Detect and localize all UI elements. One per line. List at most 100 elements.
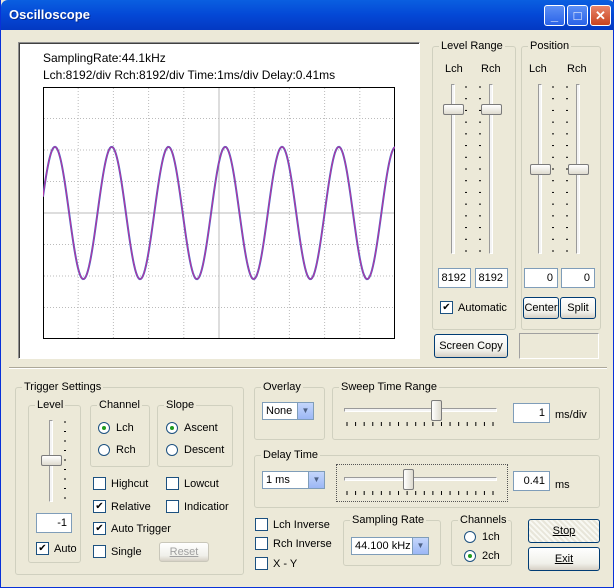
channels-1ch-label: 1ch bbox=[482, 531, 500, 543]
status-box bbox=[519, 333, 599, 359]
trigger-level-title: Level bbox=[35, 399, 66, 411]
auto-trigger-label: Auto Trigger bbox=[111, 523, 171, 535]
window-title: Oscilloscope bbox=[9, 7, 90, 22]
sampling-rate-text: SamplingRate:44.1kHz bbox=[43, 51, 166, 65]
delay-select[interactable]: 1 ms ▼ bbox=[262, 471, 325, 489]
slope-descent-radio[interactable] bbox=[166, 444, 178, 456]
separator bbox=[9, 367, 607, 369]
channel-group: Channel bbox=[90, 399, 150, 467]
level-rch-value: 8192 bbox=[475, 268, 508, 288]
level-rch-slider-thumb[interactable] bbox=[481, 104, 502, 115]
level-range-title: Level Range bbox=[439, 40, 505, 52]
waveform-plot bbox=[43, 87, 395, 339]
slope-ascent-label: Ascent bbox=[184, 422, 218, 434]
overlay-title: Overlay bbox=[261, 381, 303, 393]
trigger-settings-title: Trigger Settings bbox=[22, 381, 104, 393]
trigger-level-value: -1 bbox=[36, 513, 72, 533]
position-title: Position bbox=[528, 40, 572, 52]
sampling-rate-title: Sampling Rate bbox=[350, 514, 427, 526]
trigger-level-ticks bbox=[64, 421, 66, 499]
position-rch-value: 0 bbox=[561, 268, 595, 288]
delay-slider-track[interactable] bbox=[344, 477, 497, 481]
delay-ticks bbox=[346, 491, 494, 495]
position-ticks bbox=[552, 86, 568, 252]
delay-value: 0.41 bbox=[513, 471, 550, 491]
trigger-auto-label: Auto bbox=[54, 543, 77, 555]
trigger-level-slider-thumb[interactable] bbox=[41, 455, 62, 466]
relative-label: Relative bbox=[111, 501, 151, 513]
chevron-down-icon: ▼ bbox=[297, 403, 313, 419]
rch-inverse-checkbox[interactable] bbox=[255, 537, 268, 550]
delay-title: Delay Time bbox=[261, 449, 321, 461]
exit-button[interactable]: Exit bbox=[528, 547, 600, 571]
trigger-auto-checkbox[interactable]: ✔ bbox=[36, 542, 49, 555]
sampling-rate-select-value: 44.100 kHz bbox=[355, 540, 411, 552]
screen-copy-button[interactable]: Screen Copy bbox=[434, 334, 508, 358]
level-lch-label: Lch bbox=[445, 63, 463, 75]
overlay-select-value: None bbox=[266, 405, 293, 417]
sampling-rate-select[interactable]: 44.100 kHz ▼ bbox=[351, 537, 429, 555]
sweep-unit: ms/div bbox=[555, 409, 587, 421]
scope-info-text: Lch:8192/div Rch:8192/div Time:1ms/div D… bbox=[43, 68, 336, 82]
xy-label: X - Y bbox=[273, 558, 298, 570]
highcut-checkbox[interactable] bbox=[93, 477, 106, 490]
sweep-slider-thumb[interactable] bbox=[431, 400, 442, 421]
position-lch-value: 0 bbox=[524, 268, 558, 288]
channels-2ch-radio[interactable] bbox=[464, 550, 476, 562]
reset-button[interactable]: Reset bbox=[159, 542, 209, 562]
slope-group: Slope bbox=[157, 399, 233, 467]
level-lch-slider-thumb[interactable] bbox=[443, 104, 464, 115]
chevron-down-icon: ▼ bbox=[308, 472, 324, 488]
channel-rch-label: Rch bbox=[116, 444, 136, 456]
title-bar[interactable]: Oscilloscope _ □ ✕ bbox=[1, 0, 614, 30]
channels-1ch-radio[interactable] bbox=[464, 531, 476, 543]
sweep-value: 1 bbox=[513, 403, 550, 423]
position-rch-label: Rch bbox=[567, 63, 587, 75]
channels-2ch-label: 2ch bbox=[482, 550, 500, 562]
single-label: Single bbox=[111, 546, 142, 558]
indication-checkbox[interactable] bbox=[166, 500, 179, 513]
channel-rch-radio[interactable] bbox=[98, 444, 110, 456]
channels-title: Channels bbox=[458, 514, 509, 526]
trigger-level-group: Level bbox=[28, 399, 81, 563]
position-rch-slider-thumb[interactable] bbox=[568, 164, 589, 175]
slope-descent-label: Descent bbox=[184, 444, 225, 456]
channel-lch-radio[interactable] bbox=[98, 422, 110, 434]
auto-trigger-checkbox[interactable]: ✔ bbox=[93, 522, 106, 535]
split-button[interactable]: Split bbox=[560, 297, 596, 319]
lowcut-checkbox[interactable] bbox=[166, 477, 179, 490]
lowcut-label: Lowcut bbox=[184, 478, 219, 490]
slope-title: Slope bbox=[164, 399, 197, 411]
channel-lch-label: Lch bbox=[116, 422, 134, 434]
single-checkbox[interactable] bbox=[93, 545, 106, 558]
maximize-button[interactable]: □ bbox=[567, 5, 588, 26]
slope-ascent-radio[interactable] bbox=[166, 422, 178, 434]
lch-inverse-checkbox[interactable] bbox=[255, 518, 268, 531]
sweep-ticks bbox=[346, 422, 494, 426]
scope-display: SamplingRate:44.1kHz Lch:8192/div Rch:81… bbox=[18, 42, 420, 359]
chevron-down-icon: ▼ bbox=[412, 538, 428, 554]
minimize-button[interactable]: _ bbox=[544, 5, 565, 26]
delay-select-value: 1 ms bbox=[266, 474, 290, 486]
level-rch-label: Rch bbox=[481, 63, 501, 75]
automatic-checkbox[interactable]: ✔ bbox=[440, 301, 453, 314]
automatic-label: Automatic bbox=[458, 302, 507, 314]
relative-checkbox[interactable]: ✔ bbox=[93, 500, 106, 513]
stop-button[interactable]: Stop bbox=[528, 519, 600, 543]
sweep-slider-track[interactable] bbox=[344, 408, 497, 412]
delay-unit: ms bbox=[555, 479, 570, 491]
highcut-label: Highcut bbox=[111, 478, 149, 490]
close-button[interactable]: ✕ bbox=[590, 5, 611, 26]
lch-inverse-label: Lch Inverse bbox=[273, 519, 330, 531]
sweep-title: Sweep Time Range bbox=[339, 381, 439, 393]
xy-checkbox[interactable] bbox=[255, 557, 268, 570]
center-button[interactable]: Center bbox=[523, 297, 559, 319]
channel-title: Channel bbox=[97, 399, 142, 411]
level-lch-value: 8192 bbox=[438, 268, 471, 288]
oscilloscope-window: Oscilloscope _ □ ✕ SamplingRate:44.1kHz … bbox=[0, 0, 614, 588]
overlay-select[interactable]: None ▼ bbox=[262, 402, 314, 420]
level-ticks bbox=[465, 86, 481, 252]
position-lch-slider-thumb[interactable] bbox=[530, 164, 551, 175]
rch-inverse-label: Rch Inverse bbox=[273, 538, 332, 550]
delay-slider-thumb[interactable] bbox=[403, 469, 414, 490]
